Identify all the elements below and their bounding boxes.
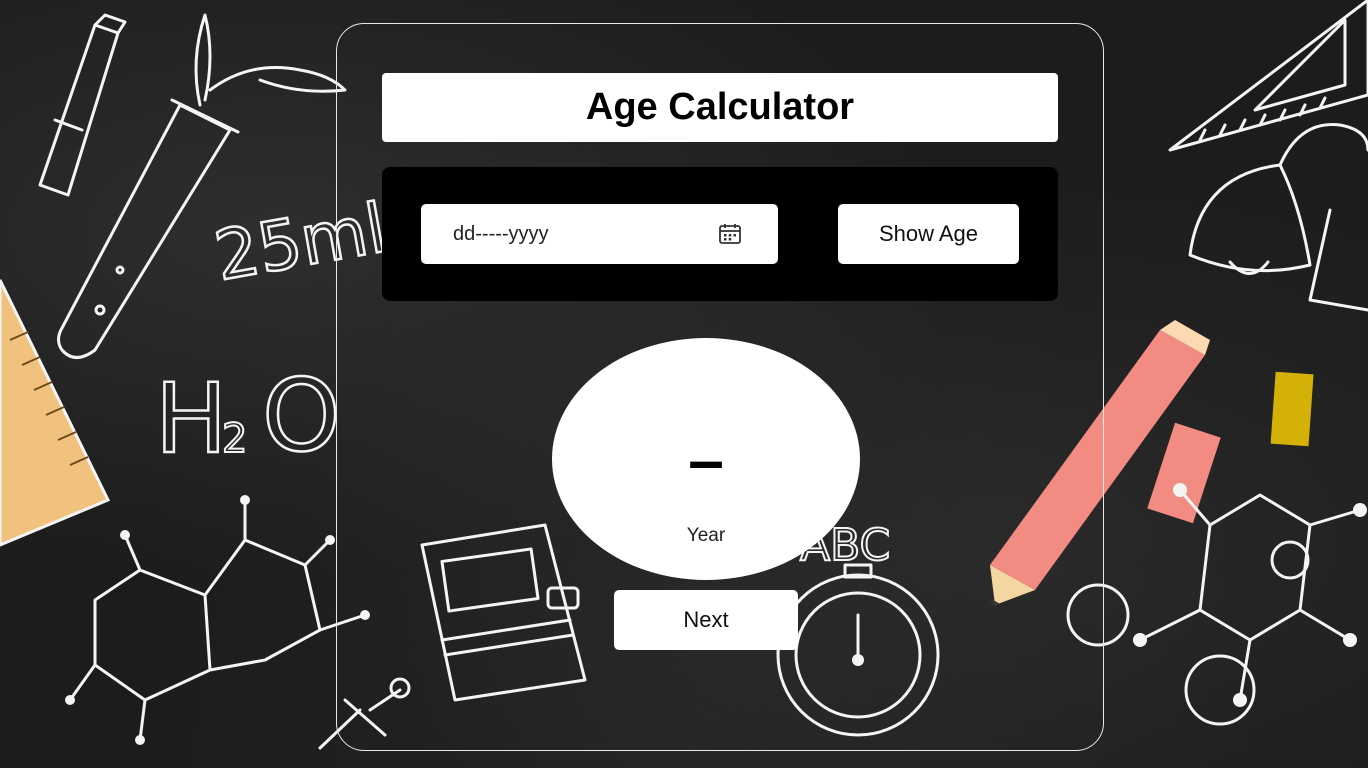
birthdate-placeholder: dd-----yyyy bbox=[453, 222, 549, 245]
chalk-stick-pink bbox=[1147, 422, 1221, 524]
age-value: – bbox=[688, 424, 724, 496]
pen-doodle bbox=[38, 13, 127, 197]
age-unit: Year bbox=[686, 525, 726, 546]
birthdate-input[interactable]: dd-----yyyy bbox=[421, 204, 778, 264]
molecule-doodle-right bbox=[1066, 483, 1367, 726]
chalk-o-text: O bbox=[262, 357, 341, 474]
next-button[interactable]: Next bbox=[614, 590, 798, 650]
test-tube-doodle bbox=[57, 13, 347, 359]
show-age-button[interactable]: Show Age bbox=[838, 204, 1019, 264]
lamp-doodle bbox=[1188, 123, 1368, 312]
molecule-doodle-left bbox=[65, 495, 370, 745]
set-square-doodle bbox=[1168, 0, 1368, 152]
chalk-h-text: H bbox=[155, 363, 227, 475]
page-title: Age Calculator bbox=[585, 86, 855, 128]
ruler-doodle bbox=[0, 279, 111, 547]
next-label: Next bbox=[683, 607, 729, 632]
chalk-stick-yellow bbox=[1270, 371, 1314, 447]
calendar-icon[interactable] bbox=[718, 222, 742, 246]
show-age-label: Show Age bbox=[878, 221, 979, 246]
title-bar: Age Calculator bbox=[382, 73, 1058, 142]
chalk-2-text: 2 bbox=[222, 416, 247, 462]
